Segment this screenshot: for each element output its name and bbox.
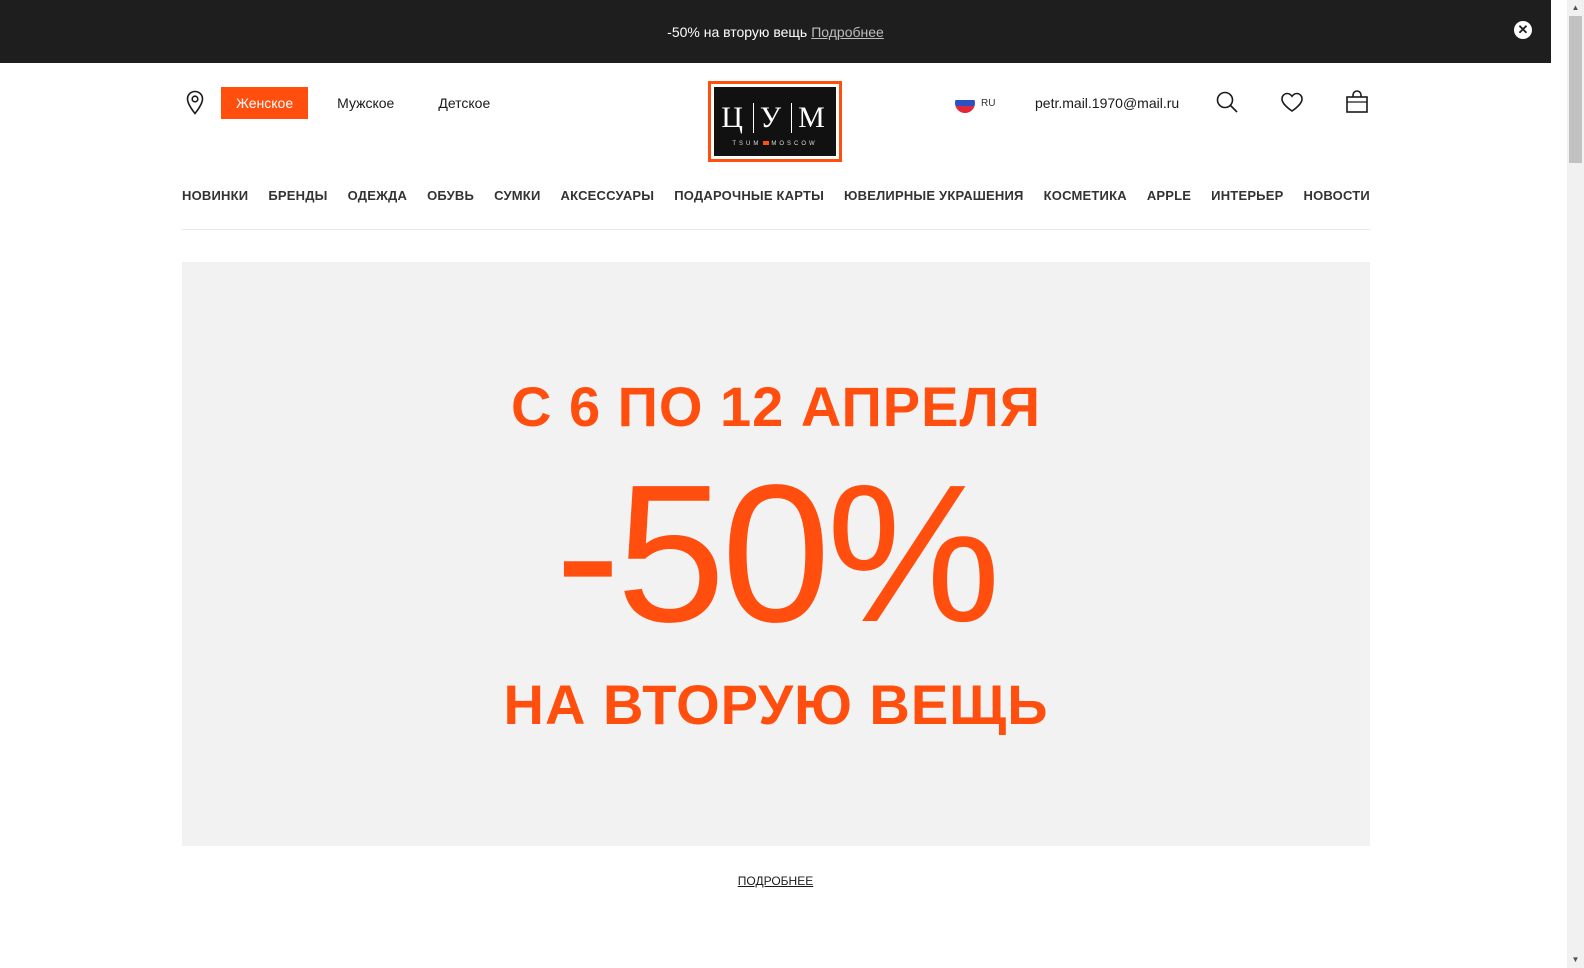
nav-item-accessories[interactable]: АКСЕССУАРЫ (561, 188, 655, 203)
logo-letter: Ц (721, 101, 747, 134)
logo-sub-right: MOSCOW (771, 141, 818, 147)
nav-item-jewelry[interactable]: ЮВЕЛИРНЫЕ УКРАШЕНИЯ (844, 188, 1024, 203)
scroll-up-icon[interactable]: ▲ (1567, 0, 1584, 16)
language-selector[interactable]: RU (955, 93, 995, 113)
site-header: Женское Мужское Детское Ц У М TSUM MOSCOW… (182, 63, 1370, 168)
logo-dot (763, 141, 770, 146)
tab-kids[interactable]: Детское (423, 87, 505, 119)
tsum-logo[interactable]: Ц У М TSUM MOSCOW (708, 81, 842, 162)
nav-item-clothing[interactable]: ОДЕЖДА (348, 188, 407, 203)
heart-icon[interactable] (1280, 90, 1304, 114)
logo-subtitle: TSUM MOSCOW (714, 141, 836, 147)
nav-item-gift-cards[interactable]: ПОДАРОЧНЫЕ КАРТЫ (674, 188, 824, 203)
language-label: RU (981, 97, 996, 109)
bag-icon[interactable] (1345, 90, 1369, 114)
location-icon[interactable] (185, 90, 205, 116)
logo-letter: М (798, 101, 829, 134)
nav-item-cosmetics[interactable]: КОСМЕТИКА (1044, 188, 1127, 203)
nav-item-bags[interactable]: СУМКИ (494, 188, 540, 203)
search-icon[interactable] (1215, 90, 1239, 114)
russia-flag-icon (955, 93, 975, 113)
promo-bar: -50% на вторую вещь Подробнее ✕ (0, 0, 1551, 63)
logo-letter: У (759, 101, 786, 134)
user-account-link[interactable]: petr.mail.1970@mail.ru (1035, 95, 1179, 111)
promo-banner[interactable]: С 6 ПО 12 АПРЕЛЯ -50% НА ВТОРУЮ ВЕЩЬ (182, 262, 1370, 846)
banner-discount: -50% (555, 444, 1001, 663)
logo-sub-left: TSUM (732, 141, 762, 147)
banner-offer: НА ВТОРУЮ ВЕЩЬ (503, 673, 1049, 736)
close-icon[interactable]: ✕ (1514, 21, 1532, 39)
banner-more-link[interactable]: ПОДРОБНЕЕ (0, 874, 1551, 888)
nav-item-new[interactable]: НОВИНКИ (182, 188, 248, 203)
nav-item-brands[interactable]: БРЕНДЫ (268, 188, 327, 203)
nav-item-interior[interactable]: ИНТЕРЬЕР (1211, 188, 1283, 203)
main-nav: НОВИНКИ БРЕНДЫ ОДЕЖДА ОБУВЬ СУМКИ АКСЕСС… (182, 188, 1370, 203)
tab-women[interactable]: Женское (221, 87, 309, 119)
gender-tabs: Женское Мужское Детское (221, 87, 519, 119)
logo-mark: Ц У М TSUM MOSCOW (714, 87, 836, 156)
logo-divider (791, 103, 793, 133)
promo-more-link[interactable]: Подробнее (811, 24, 884, 40)
promo-text: -50% на вторую вещь (667, 23, 808, 40)
scroll-thumb[interactable] (1569, 16, 1582, 163)
nav-item-apple[interactable]: APPLE (1147, 188, 1191, 203)
logo-letters: Ц У М (714, 101, 836, 135)
nav-item-shoes[interactable]: ОБУВЬ (427, 188, 474, 203)
nav-item-news[interactable]: НОВОСТИ (1304, 188, 1370, 203)
scrollbar[interactable]: ▲ ▼ (1567, 0, 1584, 968)
nav-divider (182, 229, 1370, 230)
tab-men[interactable]: Мужское (322, 87, 409, 119)
logo-divider (752, 103, 754, 133)
banner-dates: С 6 ПО 12 АПРЕЛЯ (510, 375, 1042, 438)
scroll-down-icon[interactable]: ▼ (1567, 952, 1584, 968)
